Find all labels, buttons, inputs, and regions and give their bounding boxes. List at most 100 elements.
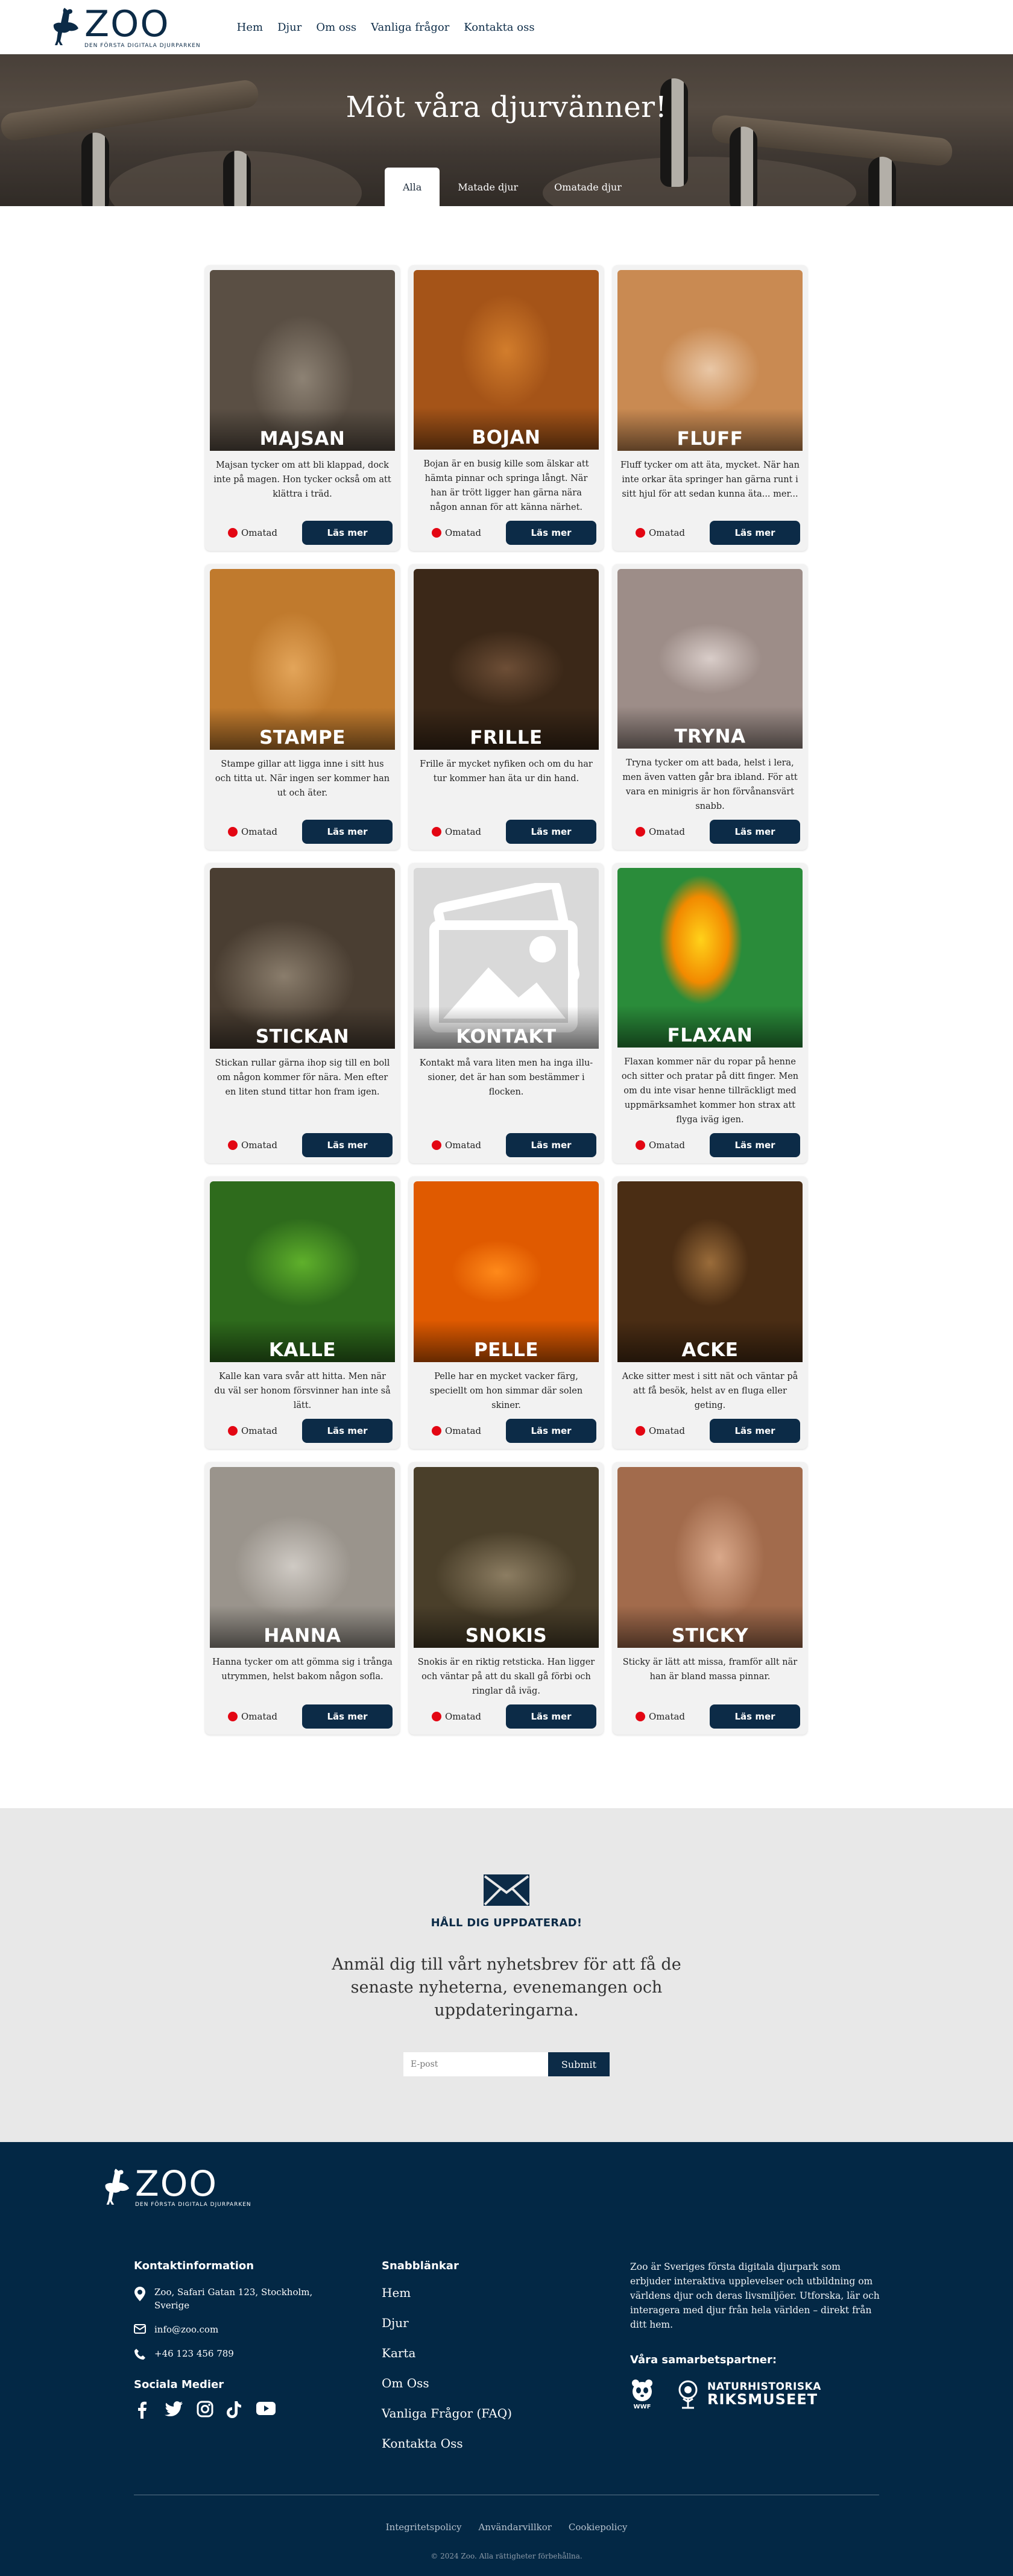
- status-dot-icon: [228, 827, 238, 837]
- youtube-icon[interactable]: [256, 2401, 276, 2416]
- instagram-icon[interactable]: [197, 2401, 213, 2417]
- status-label: Omatad: [445, 527, 482, 538]
- partner-name-line2: RIKSMUSEET: [707, 2391, 818, 2408]
- animal-card: STAMPE Stampe gillar att ligga inne i si…: [205, 564, 400, 850]
- animal-name: STAMPE: [259, 727, 346, 749]
- ostrich-icon: [105, 2168, 130, 2205]
- read-more-button[interactable]: Läs mer: [710, 1704, 800, 1729]
- nav-link-hem[interactable]: Hem: [237, 21, 263, 34]
- feeding-status: Omatad: [228, 826, 277, 837]
- animal-description: Majsan tycker om att bli klappad, dock i…: [213, 460, 391, 499]
- read-more-button[interactable]: Läs mer: [710, 521, 800, 545]
- read-more-button[interactable]: Läs mer: [506, 521, 596, 545]
- read-more-button[interactable]: Läs mer: [302, 1704, 393, 1729]
- footer-link-faq[interactable]: Vanliga Frågor (FAQ): [382, 2406, 575, 2420]
- panda-icon: [632, 2380, 652, 2401]
- animal-photo: STICKY: [617, 1467, 803, 1648]
- read-more-button[interactable]: Läs mer: [302, 820, 393, 844]
- feeding-status: Omatad: [432, 1425, 481, 1436]
- card-footer: Omatad Läs mer: [210, 515, 395, 545]
- phone-item[interactable]: +46 123 456 789: [134, 2347, 327, 2360]
- feeding-status: Omatad: [636, 1140, 685, 1151]
- feeding-status: Omatad: [636, 1425, 685, 1436]
- social-heading: Sociala Medier: [134, 2378, 224, 2391]
- status-dot-icon: [432, 827, 441, 837]
- email-input[interactable]: [403, 2052, 548, 2076]
- tab-matade-djur[interactable]: Matade djur: [440, 168, 536, 206]
- legal-links: Integritetspolicy Användarvillkor Cookie…: [0, 2522, 1013, 2533]
- animal-description: Stampe gillar att ligga inne i sitt hus …: [215, 759, 390, 798]
- animal-card: SNOKIS Snokis är en riktig retsticka. Ha…: [409, 1462, 604, 1735]
- animal-photo: PELLE: [414, 1181, 599, 1362]
- animal-photo: MAJSAN: [210, 270, 395, 451]
- facebook-icon[interactable]: [134, 2401, 151, 2419]
- top-navigation: ZOO DEN FÖRSTA DIGITALA DJURPARKEN Hem D…: [0, 0, 1013, 54]
- terms-link[interactable]: Användarvillkor: [478, 2522, 551, 2533]
- read-more-button[interactable]: Läs mer: [506, 820, 596, 844]
- quick-links-column: Snabblänkar Hem Djur Karta Om Oss Vanlig…: [382, 2260, 575, 2466]
- read-more-button[interactable]: Läs mer: [506, 1704, 596, 1729]
- status-label: Omatad: [649, 1425, 686, 1436]
- card-footer: Omatad Läs mer: [414, 1127, 599, 1157]
- email-item[interactable]: info@zoo.com: [134, 2323, 327, 2336]
- twitter-icon[interactable]: [164, 2401, 183, 2417]
- read-more-button[interactable]: Läs mer: [302, 1133, 393, 1157]
- tiktok-icon[interactable]: [227, 2401, 242, 2419]
- card-footer: Omatad Läs mer: [414, 515, 599, 545]
- feeding-status: Omatad: [432, 1711, 481, 1722]
- animal-name: PELLE: [473, 1339, 539, 1361]
- footer-link-karta[interactable]: Karta: [382, 2346, 575, 2360]
- status-label: Omatad: [241, 527, 278, 538]
- footer-link-hem[interactable]: Hem: [382, 2285, 575, 2300]
- nav-link-djur[interactable]: Djur: [277, 21, 301, 34]
- submit-button[interactable]: Submit: [548, 2052, 610, 2076]
- status-label: Omatad: [649, 826, 686, 837]
- nav-link-kontakt[interactable]: Kontakta oss: [464, 21, 534, 34]
- feeding-status: Omatad: [432, 527, 481, 538]
- privacy-policy-link[interactable]: Integritetspolicy: [386, 2522, 462, 2533]
- tab-omatade-djur[interactable]: Omatade djur: [536, 168, 640, 206]
- quick-links-heading: Snabblänkar: [382, 2260, 459, 2272]
- animal-description: Pelle har en mycket vacker färg, speciel…: [429, 1372, 583, 1410]
- contact-column: Kontaktinformation Zoo, Safari Gatan 123…: [134, 2260, 327, 2419]
- nav-link-om-oss[interactable]: Om oss: [316, 21, 356, 34]
- nav-link-faq[interactable]: Vanliga frågor: [371, 21, 449, 34]
- partner-logos: WWF NATURHISTORISKA RIKSMUSEET: [630, 2378, 883, 2410]
- footer-link-kontakt[interactable]: Kontakta Oss: [382, 2436, 575, 2451]
- card-footer: Omatad Läs mer: [210, 1698, 395, 1729]
- wwf-logo[interactable]: WWF: [630, 2378, 654, 2410]
- status-dot-icon: [432, 1140, 441, 1150]
- read-more-button[interactable]: Läs mer: [506, 1419, 596, 1443]
- placeholder-image-icon: [429, 883, 579, 1032]
- read-more-button[interactable]: Läs mer: [710, 1419, 800, 1443]
- card-footer: Omatad Läs mer: [617, 1127, 803, 1157]
- read-more-button[interactable]: Läs mer: [710, 820, 800, 844]
- status-dot-icon: [432, 1712, 441, 1721]
- status-label: Omatad: [445, 826, 482, 837]
- read-more-button[interactable]: Läs mer: [710, 1133, 800, 1157]
- contact-heading: Kontaktinformation: [134, 2260, 254, 2272]
- status-label: Omatad: [241, 1425, 278, 1436]
- naturhistoriska-riksmuseet-logo[interactable]: NATURHISTORISKA RIKSMUSEET: [675, 2380, 821, 2409]
- animal-card: KONTAKT Kontakt må vara liten men ha ing…: [409, 863, 604, 1163]
- animal-description: Flaxan kommer när du ropar på henne och …: [621, 1057, 799, 1125]
- read-more-button[interactable]: Läs mer: [302, 521, 393, 545]
- animal-name: ACKE: [681, 1339, 739, 1361]
- zoo-logo[interactable]: ZOO DEN FÖRSTA DIGITALA DJURPARKEN: [49, 6, 201, 49]
- main-menu: Hem Djur Om oss Vanliga frågor Kontakta …: [237, 21, 535, 34]
- site-footer: ZOO DEN FÖRSTA DIGITALA DJURPARKEN Konta…: [0, 2142, 1013, 2576]
- read-more-button[interactable]: Läs mer: [506, 1133, 596, 1157]
- cookie-policy-link[interactable]: Cookiepolicy: [569, 2522, 627, 2533]
- status-dot-icon: [636, 528, 645, 538]
- status-dot-icon: [228, 528, 238, 538]
- newsletter-title: HÅLL DIG UPPDATERAD!: [431, 1917, 582, 1929]
- partners-heading: Våra samarbetspartner:: [630, 2354, 777, 2366]
- footer-logo[interactable]: ZOO DEN FÖRSTA DIGITALA DJURPARKEN: [101, 2166, 251, 2208]
- footer-link-om-oss[interactable]: Om Oss: [382, 2376, 575, 2390]
- footer-link-djur[interactable]: Djur: [382, 2316, 575, 2330]
- tree-icon: [678, 2380, 698, 2408]
- tab-alla[interactable]: Alla: [385, 168, 440, 206]
- status-label: Omatad: [649, 1711, 686, 1722]
- status-dot-icon: [228, 1426, 238, 1436]
- read-more-button[interactable]: Läs mer: [302, 1419, 393, 1443]
